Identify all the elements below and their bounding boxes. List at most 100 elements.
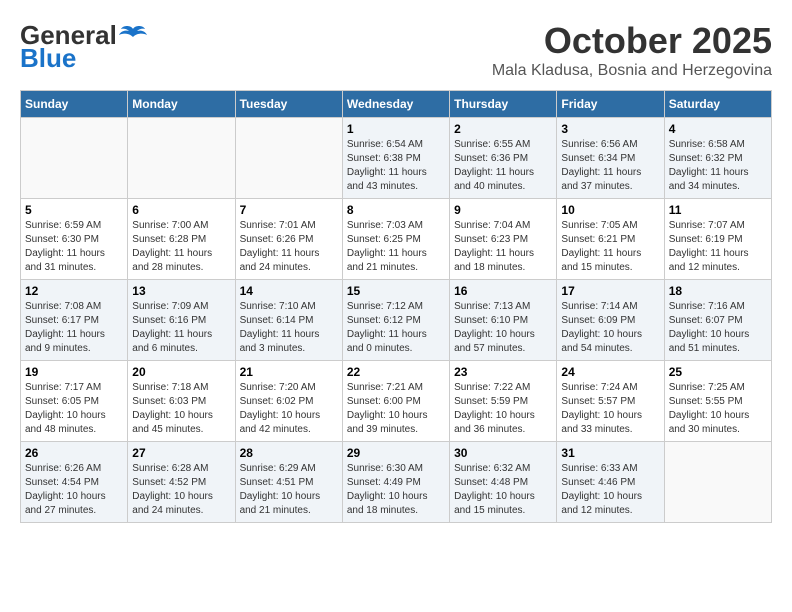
calendar-cell-3-6: 17Sunrise: 7:14 AMSunset: 6:09 PMDayligh…: [557, 280, 664, 361]
day-info: Sunrise: 6:59 AMSunset: 6:30 PMDaylight:…: [25, 219, 123, 275]
day-info: Sunrise: 6:26 AMSunset: 4:54 PMDaylight:…: [25, 462, 123, 518]
day-number: 17: [561, 284, 659, 298]
calendar-week-3: 12Sunrise: 7:08 AMSunset: 6:17 PMDayligh…: [21, 280, 772, 361]
day-number: 14: [240, 284, 338, 298]
day-number: 10: [561, 203, 659, 217]
calendar-cell-4-6: 24 Sunrise: 7:24 AMSunset: 5:57 PMDayligh…: [557, 361, 664, 442]
day-info: Sunrise: 6:33 AMSunset: 4:46 PMDaylight:…: [561, 462, 659, 518]
day-number: 1: [347, 122, 445, 136]
calendar-cell-3-3: 14Sunrise: 7:10 AMSunset: 6:14 PMDayligh…: [235, 280, 342, 361]
day-number: 22: [347, 365, 445, 379]
calendar-week-5: 26 Sunrise: 6:26 AMSunset: 4:54 PMDayligh…: [21, 442, 772, 523]
calendar-cell-3-7: 18Sunrise: 7:16 AMSunset: 6:07 PMDayligh…: [664, 280, 771, 361]
calendar-week-4: 19 Sunrise: 7:17 AMSunset: 6:05 PMDayligh…: [21, 361, 772, 442]
day-number: 6: [132, 203, 230, 217]
calendar-cell-1-4: 1 Sunrise: 6:54 AMSunset: 6:38 PMDaylight…: [342, 118, 449, 199]
day-number: 9: [454, 203, 552, 217]
calendar-table: Sunday Monday Tuesday Wednesday Thursday…: [20, 90, 772, 523]
calendar-header-row: Sunday Monday Tuesday Wednesday Thursday…: [21, 91, 772, 118]
calendar-cell-4-7: 25 Sunrise: 7:25 AMSunset: 5:55 PMDayligh…: [664, 361, 771, 442]
page-header: General Blue October 2025 Mala Kladusa, …: [20, 20, 772, 80]
calendar-cell-5-4: 29 Sunrise: 6:30 AMSunset: 4:49 PMDayligh…: [342, 442, 449, 523]
day-info: Sunrise: 7:20 AMSunset: 6:02 PMDaylight:…: [240, 381, 338, 437]
day-number: 26: [25, 446, 123, 460]
calendar-cell-3-2: 13Sunrise: 7:09 AMSunset: 6:16 PMDayligh…: [128, 280, 235, 361]
day-info: Sunrise: 7:05 AMSunset: 6:21 PMDaylight:…: [561, 219, 659, 275]
day-number: 2: [454, 122, 552, 136]
day-number: 24: [561, 365, 659, 379]
day-info: Sunrise: 6:58 AMSunset: 6:32 PMDaylight:…: [669, 138, 767, 194]
day-number: 30: [454, 446, 552, 460]
calendar-cell-2-6: 10 Sunrise: 7:05 AMSunset: 6:21 PMDayligh…: [557, 199, 664, 280]
calendar-cell-1-7: 4 Sunrise: 6:58 AMSunset: 6:32 PMDaylight…: [664, 118, 771, 199]
calendar-cell-4-1: 19 Sunrise: 7:17 AMSunset: 6:05 PMDayligh…: [21, 361, 128, 442]
day-number: 8: [347, 203, 445, 217]
calendar-cell-5-6: 31 Sunrise: 6:33 AMSunset: 4:46 PMDayligh…: [557, 442, 664, 523]
day-number: 11: [669, 203, 767, 217]
day-number: 7: [240, 203, 338, 217]
calendar-cell-5-5: 30Sunrise: 6:32 AMSunset: 4:48 PMDayligh…: [450, 442, 557, 523]
col-sunday: Sunday: [21, 91, 128, 118]
calendar-cell-2-1: 5Sunrise: 6:59 AMSunset: 6:30 PMDaylight…: [21, 199, 128, 280]
calendar-cell-1-6: 3 Sunrise: 6:56 AMSunset: 6:34 PMDaylight…: [557, 118, 664, 199]
calendar-cell-4-4: 22 Sunrise: 7:21 AMSunset: 6:00 PMDayligh…: [342, 361, 449, 442]
col-friday: Friday: [557, 91, 664, 118]
day-info: Sunrise: 6:30 AMSunset: 4:49 PMDaylight:…: [347, 462, 445, 518]
calendar-cell-2-2: 6 Sunrise: 7:00 AMSunset: 6:28 PMDaylight…: [128, 199, 235, 280]
calendar-cell-1-5: 2 Sunrise: 6:55 AMSunset: 6:36 PMDaylight…: [450, 118, 557, 199]
calendar-cell-3-4: 15 Sunrise: 7:12 AMSunset: 6:12 PMDayligh…: [342, 280, 449, 361]
day-info: Sunrise: 7:17 AMSunset: 6:05 PMDaylight:…: [25, 381, 123, 437]
day-number: 31: [561, 446, 659, 460]
day-info: Sunrise: 6:29 AMSunset: 4:51 PMDaylight:…: [240, 462, 338, 518]
logo-blue: Blue: [20, 43, 76, 74]
col-tuesday: Tuesday: [235, 91, 342, 118]
day-number: 23: [454, 365, 552, 379]
col-thursday: Thursday: [450, 91, 557, 118]
day-number: 20: [132, 365, 230, 379]
day-number: 19: [25, 365, 123, 379]
calendar-cell-3-5: 16 Sunrise: 7:13 AMSunset: 6:10 PMDayligh…: [450, 280, 557, 361]
day-number: 4: [669, 122, 767, 136]
day-info: Sunrise: 7:24 AMSunset: 5:57 PMDaylight:…: [561, 381, 659, 437]
day-number: 18: [669, 284, 767, 298]
day-info: Sunrise: 7:25 AMSunset: 5:55 PMDaylight:…: [669, 381, 767, 437]
calendar-cell-3-1: 12Sunrise: 7:08 AMSunset: 6:17 PMDayligh…: [21, 280, 128, 361]
day-info: Sunrise: 7:08 AMSunset: 6:17 PMDaylight:…: [25, 300, 123, 356]
day-number: 16: [454, 284, 552, 298]
logo: General Blue: [20, 20, 147, 74]
day-info: Sunrise: 6:55 AMSunset: 6:36 PMDaylight:…: [454, 138, 552, 194]
calendar-cell-1-2: [128, 118, 235, 199]
day-info: Sunrise: 6:56 AMSunset: 6:34 PMDaylight:…: [561, 138, 659, 194]
month-title: October 2025: [492, 20, 772, 62]
day-number: 29: [347, 446, 445, 460]
day-info: Sunrise: 7:09 AMSunset: 6:16 PMDaylight:…: [132, 300, 230, 356]
calendar-cell-2-7: 11 Sunrise: 7:07 AMSunset: 6:19 PMDayligh…: [664, 199, 771, 280]
day-info: Sunrise: 7:03 AMSunset: 6:25 PMDaylight:…: [347, 219, 445, 275]
day-info: Sunrise: 7:01 AMSunset: 6:26 PMDaylight:…: [240, 219, 338, 275]
day-number: 3: [561, 122, 659, 136]
day-info: Sunrise: 7:21 AMSunset: 6:00 PMDaylight:…: [347, 381, 445, 437]
day-info: Sunrise: 7:13 AMSunset: 6:10 PMDaylight:…: [454, 300, 552, 356]
calendar-week-2: 5Sunrise: 6:59 AMSunset: 6:30 PMDaylight…: [21, 199, 772, 280]
day-number: 25: [669, 365, 767, 379]
calendar-cell-2-4: 8 Sunrise: 7:03 AMSunset: 6:25 PMDaylight…: [342, 199, 449, 280]
day-info: Sunrise: 7:00 AMSunset: 6:28 PMDaylight:…: [132, 219, 230, 275]
col-monday: Monday: [128, 91, 235, 118]
day-number: 21: [240, 365, 338, 379]
day-number: 28: [240, 446, 338, 460]
calendar-cell-2-5: 9Sunrise: 7:04 AMSunset: 6:23 PMDaylight…: [450, 199, 557, 280]
day-info: Sunrise: 6:28 AMSunset: 4:52 PMDaylight:…: [132, 462, 230, 518]
col-saturday: Saturday: [664, 91, 771, 118]
calendar-cell-4-3: 21 Sunrise: 7:20 AMSunset: 6:02 PMDayligh…: [235, 361, 342, 442]
day-info: Sunrise: 7:12 AMSunset: 6:12 PMDaylight:…: [347, 300, 445, 356]
calendar-cell-5-1: 26 Sunrise: 6:26 AMSunset: 4:54 PMDayligh…: [21, 442, 128, 523]
calendar-cell-4-5: 23Sunrise: 7:22 AMSunset: 5:59 PMDayligh…: [450, 361, 557, 442]
day-info: Sunrise: 6:54 AMSunset: 6:38 PMDaylight:…: [347, 138, 445, 194]
day-number: 15: [347, 284, 445, 298]
calendar-cell-2-3: 7 Sunrise: 7:01 AMSunset: 6:26 PMDaylight…: [235, 199, 342, 280]
calendar-cell-1-3: [235, 118, 342, 199]
day-info: Sunrise: 7:07 AMSunset: 6:19 PMDaylight:…: [669, 219, 767, 275]
calendar-cell-5-3: 28 Sunrise: 6:29 AMSunset: 4:51 PMDayligh…: [235, 442, 342, 523]
subtitle: Mala Kladusa, Bosnia and Herzegovina: [492, 62, 772, 80]
calendar-cell-1-1: [21, 118, 128, 199]
